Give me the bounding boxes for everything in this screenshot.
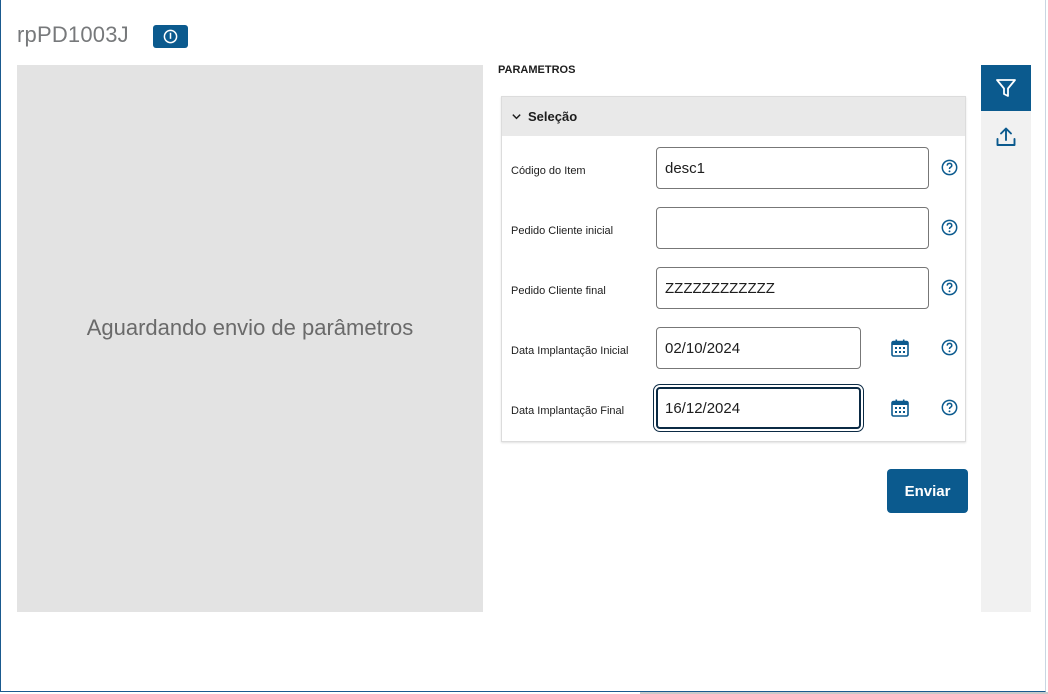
- help-icon[interactable]: [941, 279, 958, 296]
- date-end-input[interactable]: 16/12/2024: [656, 387, 861, 429]
- info-icon: [163, 29, 178, 44]
- field-label: Data Implantação Final: [511, 405, 625, 417]
- info-button[interactable]: [153, 25, 188, 48]
- preview-status-message: Aguardando envio de parâmetros: [86, 315, 414, 340]
- chevron-down-icon: [512, 114, 521, 120]
- help-icon[interactable]: [941, 159, 958, 176]
- field-row-date-start: Data Implantação Inicial 02/10/2024: [502, 317, 967, 377]
- filter-icon: [996, 79, 1016, 97]
- help-icon[interactable]: [941, 219, 958, 236]
- field-row-item-code: Código do Item desc1: [502, 137, 967, 197]
- selection-section-header[interactable]: Seleção: [502, 97, 965, 136]
- field-row-order-start: Pedido Cliente inicial: [502, 197, 967, 257]
- order-start-input[interactable]: [656, 207, 929, 249]
- date-start-input[interactable]: 02/10/2024: [656, 327, 861, 369]
- field-label: Pedido Cliente final: [511, 285, 606, 297]
- upload-icon[interactable]: [994, 125, 1018, 149]
- field-label: Pedido Cliente inicial: [511, 225, 614, 237]
- field-label: Data Implantação Inicial: [511, 345, 629, 357]
- page-title: rpPD1003J: [17, 22, 129, 47]
- parameters-heading: PARAMETROS: [498, 64, 576, 76]
- section-title: Seleção: [528, 109, 578, 124]
- field-label: Código do Item: [511, 165, 586, 177]
- report-preview-area: Aguardando envio de parâmetros: [17, 65, 483, 612]
- item-code-input[interactable]: desc1: [656, 147, 929, 189]
- calendar-icon[interactable]: [890, 338, 910, 358]
- order-end-input[interactable]: ZZZZZZZZZZZZ: [656, 267, 929, 309]
- right-toolbar: [981, 65, 1031, 612]
- submit-button[interactable]: Enviar: [887, 469, 968, 513]
- field-row-order-end: Pedido Cliente final ZZZZZZZZZZZZ: [502, 257, 967, 317]
- filter-button[interactable]: [981, 65, 1031, 111]
- calendar-icon[interactable]: [890, 398, 910, 418]
- help-icon[interactable]: [941, 339, 958, 356]
- help-icon[interactable]: [941, 399, 958, 416]
- field-row-date-end: Data Implantação Final 16/12/2024: [502, 377, 967, 437]
- selection-section: Seleção Código do Item desc1 Pedido Clie…: [501, 96, 966, 442]
